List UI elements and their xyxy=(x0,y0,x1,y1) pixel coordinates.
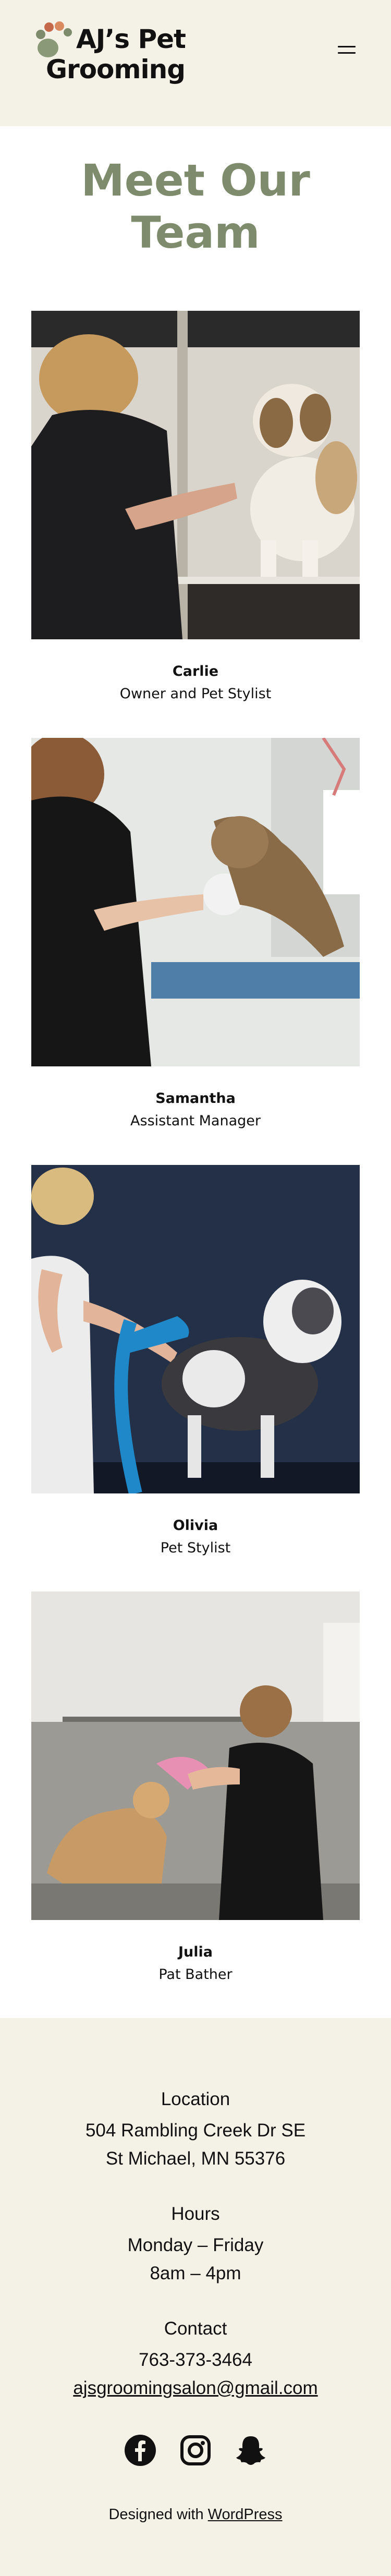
social-links xyxy=(0,2434,391,2466)
phone-link[interactable]: 763-373-3464 xyxy=(0,2350,391,2371)
team-member-role: Owner and Pet Stylist xyxy=(119,686,272,702)
logo-line-2: Grooming xyxy=(46,54,186,84)
team-member-card: Julia Pat Bather xyxy=(31,1591,360,1983)
address-line-1: 504 Rambling Creek Dr SE xyxy=(85,2120,306,2141)
page: AJ’s Pet Grooming Meet Our Team Carlie O… xyxy=(0,0,391,2576)
footer-credit: Designed with WordPress xyxy=(0,2506,391,2523)
team-member-photo xyxy=(31,1165,360,1493)
page-title-line-2: Team xyxy=(131,207,260,258)
address-line-2: St Michael, MN 55376 xyxy=(105,2148,286,2169)
hours-days: Monday – Friday xyxy=(127,2235,264,2255)
team-member-role: Assistant Manager xyxy=(130,1113,261,1129)
credit-prefix: Designed with xyxy=(108,2506,204,2523)
location-heading: Location xyxy=(161,2089,230,2109)
snapchat-icon[interactable] xyxy=(235,2434,267,2466)
team-member-role: Pet Stylist xyxy=(160,1540,231,1556)
site-header: AJ’s Pet Grooming xyxy=(0,0,391,126)
hours-heading: Hours xyxy=(171,2204,220,2224)
hours-time: 8am – 4pm xyxy=(150,2263,241,2283)
hamburger-menu-icon[interactable] xyxy=(338,46,356,57)
facebook-icon[interactable] xyxy=(124,2434,156,2466)
email-link[interactable]: ajsgroomingsalon@gmail.com xyxy=(0,2378,391,2399)
team-member-name: Olivia xyxy=(173,1517,218,1534)
team-member-card: Olivia Pet Stylist xyxy=(31,1165,360,1556)
team-member-photo xyxy=(31,311,360,639)
contact-heading: Contact xyxy=(164,2318,227,2339)
team-member-role: Pat Bather xyxy=(158,1966,233,1983)
site-logo[interactable]: AJ’s Pet Grooming xyxy=(30,19,197,92)
team-member-name: Samantha xyxy=(155,1090,236,1107)
instagram-icon[interactable] xyxy=(179,2434,212,2466)
team-member-photo xyxy=(31,1591,360,1920)
team-member-card: Carlie Owner and Pet Stylist xyxy=(31,311,360,702)
team-member-name: Julia xyxy=(178,1944,213,1960)
team-member-card: Samantha Assistant Manager xyxy=(31,738,360,1129)
team-member-name: Carlie xyxy=(172,663,219,679)
page-title-line-1: Meet Our xyxy=(81,155,310,206)
team-member-photo xyxy=(31,738,360,1066)
logo-line-1: AJ’s Pet xyxy=(76,24,186,54)
wordpress-link[interactable]: WordPress xyxy=(208,2506,283,2523)
page-title: Meet Our Team xyxy=(0,154,391,259)
logo-wordmark: AJ’s Pet Grooming xyxy=(46,24,186,84)
site-footer: Location 504 Rambling Creek Dr SE St Mic… xyxy=(0,2018,391,2576)
